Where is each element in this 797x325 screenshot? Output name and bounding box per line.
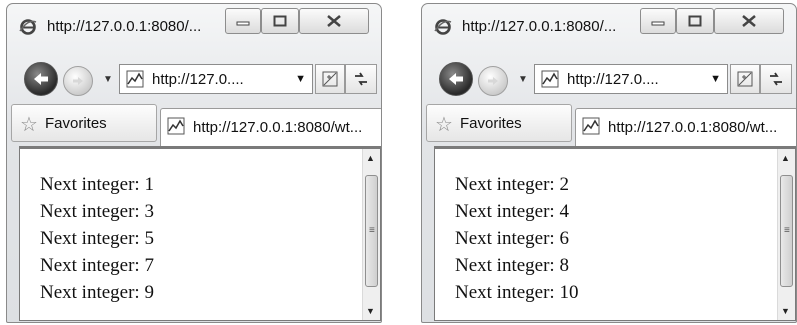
output-lines: Next integer: 1 Next integer: 3 Next int… [40,171,154,306]
back-arrow-icon [34,73,48,85]
favorites-bar: ☆ Favorites http://127.0.0.1:8080/wt... [422,102,796,146]
minimize-button[interactable] [640,8,676,34]
scroll-up-icon[interactable]: ▲ [366,153,375,163]
forward-button[interactable] [478,66,508,96]
maximize-icon [273,15,287,27]
page-favicon-icon [126,70,144,88]
favorites-label: Favorites [460,115,522,132]
tab-label: http://127.0.0.1:8080/wt... [193,119,363,136]
minimize-icon [651,21,665,26]
page-content: Next integer: 2 Next integer: 4 Next int… [434,146,796,321]
window-title: http://127.0.0.1:8080/... [462,18,617,35]
output-line: Next integer: 5 [40,228,154,249]
close-button[interactable] [714,8,784,34]
output-lines: Next integer: 2 Next integer: 4 Next int… [455,171,578,306]
close-button[interactable] [299,8,369,34]
grip-icon: ≡ [369,225,375,236]
close-icon [327,15,341,27]
output-line: Next integer: 7 [40,255,154,276]
ie-logo-icon [434,19,452,35]
browser-tab[interactable]: http://127.0.0.1:8080/wt... [160,108,381,146]
compatibility-view-icon [737,71,753,87]
recent-pages-dropdown[interactable]: ▼ [518,74,528,85]
browser-window-right: http://127.0.0.1:8080/... ▼ http://127.0… [421,3,797,323]
forward-arrow-icon [488,77,498,85]
favorites-star-icon: ☆ [435,114,453,136]
browser-window-left: http://127.0.0.1:8080/... ▼ http://127.0… [6,3,382,323]
forward-arrow-icon [73,77,83,85]
minimize-button[interactable] [225,8,261,34]
back-button[interactable] [24,62,58,96]
address-bar[interactable]: http://127.0.... ▼ [119,64,313,94]
window-title: http://127.0.0.1:8080/... [47,18,202,35]
address-dropdown-icon[interactable]: ▼ [295,73,306,85]
browser-tab[interactable]: http://127.0.0.1:8080/wt... [575,108,796,146]
output-line: Next integer: 9 [40,282,154,303]
scroll-thumb[interactable]: ≡ [780,175,793,287]
ie-logo-icon [19,19,37,35]
page-content: Next integer: 1 Next integer: 3 Next int… [19,146,381,321]
address-dropdown-icon[interactable]: ▼ [710,73,721,85]
page-favicon-icon [541,70,559,88]
maximize-button[interactable] [676,8,714,34]
scroll-up-icon[interactable]: ▲ [781,153,790,163]
favorites-button[interactable]: ☆ Favorites [11,104,157,142]
favorites-star-icon: ☆ [20,114,38,136]
navigation-bar: ▼ http://127.0.... ▼ [422,56,796,100]
output-line: Next integer: 2 [455,174,569,195]
favorites-bar: ☆ Favorites http://127.0.0.1:8080/wt... [7,102,381,146]
compatibility-view-icon [322,71,338,87]
address-text[interactable]: http://127.0.... [567,71,659,88]
navigation-bar: ▼ http://127.0.... ▼ [7,56,381,100]
refresh-icon [770,72,782,86]
maximize-icon [688,15,702,27]
address-text[interactable]: http://127.0.... [152,71,244,88]
output-line: Next integer: 3 [40,201,154,222]
close-icon [742,15,756,27]
output-line: Next integer: 1 [40,174,154,195]
output-line: Next integer: 8 [455,255,569,276]
recent-pages-dropdown[interactable]: ▼ [103,74,113,85]
favorites-button[interactable]: ☆ Favorites [426,104,572,142]
scroll-down-icon[interactable]: ▼ [781,306,790,316]
output-line: Next integer: 6 [455,228,569,249]
scroll-down-icon[interactable]: ▼ [366,306,375,316]
refresh-icon [355,72,367,86]
page-favicon-icon [167,117,185,135]
vertical-scrollbar[interactable]: ▲ ≡ ▼ [362,149,380,320]
forward-button[interactable] [63,66,93,96]
title-bar[interactable]: http://127.0.0.1:8080/... [7,4,381,44]
scroll-thumb[interactable]: ≡ [365,175,378,287]
back-button[interactable] [439,62,473,96]
grip-icon: ≡ [784,225,790,236]
back-arrow-icon [449,73,463,85]
refresh-button[interactable] [760,64,792,94]
page-favicon-icon [582,117,600,135]
compatibility-view-button[interactable] [315,64,345,94]
output-line: Next integer: 4 [455,201,569,222]
refresh-button[interactable] [345,64,377,94]
favorites-label: Favorites [45,115,107,132]
maximize-button[interactable] [261,8,299,34]
tab-label: http://127.0.0.1:8080/wt... [608,119,778,136]
output-line: Next integer: 10 [455,282,579,303]
title-bar[interactable]: http://127.0.0.1:8080/... [422,4,796,44]
address-bar[interactable]: http://127.0.... ▼ [534,64,728,94]
compatibility-view-button[interactable] [730,64,760,94]
minimize-icon [236,21,250,26]
vertical-scrollbar[interactable]: ▲ ≡ ▼ [777,149,795,320]
